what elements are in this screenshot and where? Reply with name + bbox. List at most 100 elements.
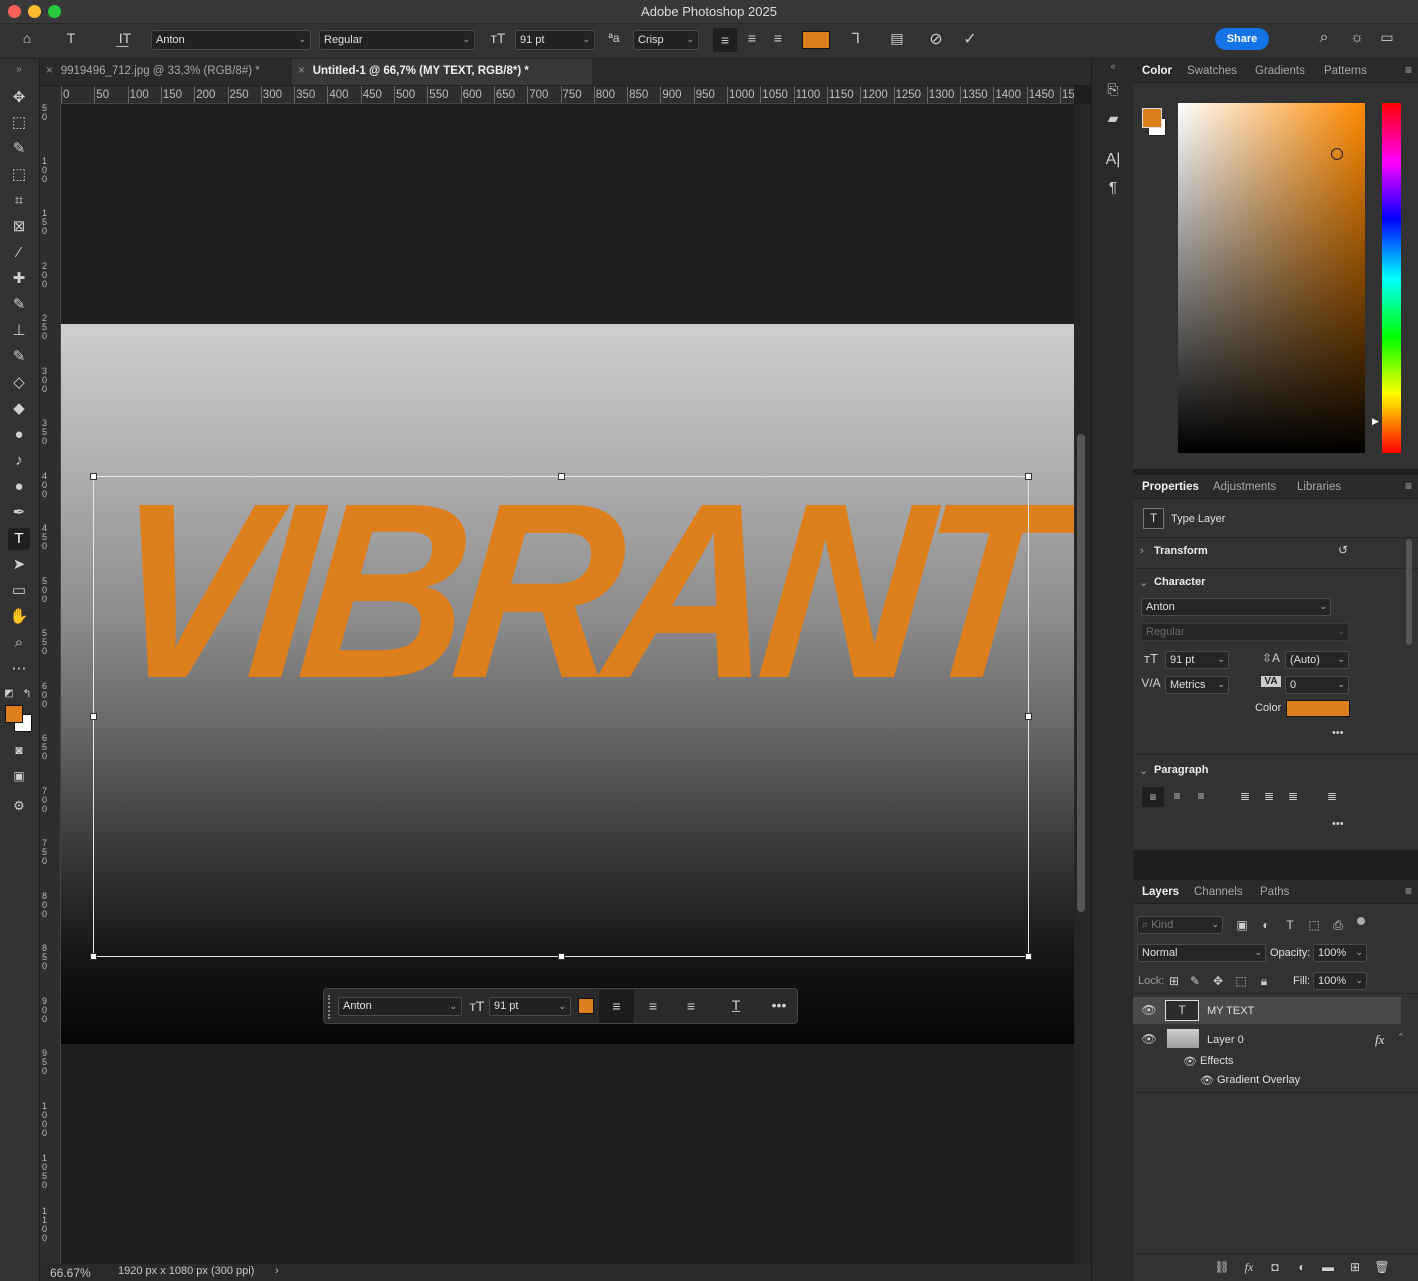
add-mask-icon[interactable]: ◘ [1267, 1260, 1283, 1274]
char-kerning-select[interactable]: Metrics ⌄ [1165, 676, 1229, 694]
layer-kind-filter[interactable]: ⌕ Kind ⌄ [1137, 916, 1223, 934]
eye-icon[interactable]: 👁︎ [1200, 1074, 1214, 1087]
comments-panel-icon[interactable]: ▰ [1102, 110, 1124, 127]
warp-text-icon[interactable]: Ꞁ [845, 30, 867, 47]
panel-menu-icon[interactable]: ≡ [1405, 63, 1412, 77]
gradient-overlay-effect[interactable]: Gradient Overlay [1217, 1074, 1300, 1086]
lock-transparent-icon[interactable]: ⊞ [1167, 974, 1181, 988]
healing-brush-tool-icon[interactable]: ✚ [8, 268, 30, 290]
filter-type-icon[interactable]: T [1283, 918, 1297, 932]
align-center-icon[interactable]: ≡ [741, 30, 763, 46]
discover-icon[interactable]: ☼ [1346, 29, 1368, 46]
hue-slider[interactable] [1382, 103, 1401, 453]
text-bounding-box[interactable] [90, 473, 1032, 960]
history-panel-icon[interactable]: ⎘ [1102, 81, 1124, 98]
filter-toggle[interactable] [1357, 917, 1365, 925]
char-tracking-select[interactable]: 0 ⌄ [1285, 676, 1349, 694]
resize-handle[interactable] [1025, 713, 1032, 720]
ctx-text-options-icon[interactable]: T̲ [724, 997, 748, 1013]
collapse-effects-icon[interactable]: ⌃ [1397, 1032, 1405, 1043]
char-size-select[interactable]: 91 pt ⌄ [1165, 651, 1229, 669]
para-align-left-icon[interactable]: ≡ [1142, 787, 1164, 807]
char-color-swatch[interactable] [1286, 700, 1350, 717]
char-font-select[interactable]: Anton ⌄ [1141, 598, 1331, 616]
para-align-center-icon[interactable]: ≡ [1166, 789, 1188, 803]
toggle-text-orientation-icon[interactable]: I͟T [114, 30, 136, 46]
tab-document-1[interactable]: × 9919496_712.jpg @ 33,3% (RGB/8#) * [40, 59, 292, 85]
character-panel-icon[interactable]: ▤ [886, 30, 908, 47]
para-justify-center-icon[interactable]: ≣ [1258, 789, 1280, 803]
fill-field[interactable]: 100% ⌄ [1313, 972, 1367, 990]
tab-color[interactable]: Color [1142, 65, 1172, 77]
panel-menu-icon[interactable]: ≡ [1405, 884, 1412, 898]
transform-section[interactable]: Transform [1154, 545, 1208, 557]
ctx-color-swatch[interactable] [578, 998, 594, 1014]
tab-patterns[interactable]: Patterns [1324, 65, 1367, 77]
hue-slider-marker[interactable]: ▶ [1372, 416, 1379, 427]
expand-toolbar-icon[interactable]: » [8, 59, 30, 81]
para-justify-right-icon[interactable]: ≣ [1282, 789, 1304, 803]
eye-icon[interactable]: 👁︎ [1141, 1032, 1157, 1046]
default-colors-icon[interactable]: ◩ [2, 683, 16, 705]
status-menu-arrow[interactable]: › [275, 1265, 279, 1277]
font-style-select[interactable]: Regular ⌄ [319, 30, 475, 50]
filter-smart-object-icon[interactable]: ⎙ [1331, 918, 1345, 933]
char-more-button[interactable]: ••• [1332, 727, 1344, 739]
ctx-font-family-select[interactable]: Anton ⌄ [338, 997, 462, 1016]
para-align-right-icon[interactable]: ≡ [1190, 789, 1212, 803]
ctx-align-right-icon[interactable]: ≡ [680, 998, 702, 1014]
tab-channels[interactable]: Channels [1194, 886, 1243, 898]
close-tab-icon[interactable]: × [298, 65, 305, 77]
para-more-button[interactable]: ••• [1332, 818, 1344, 830]
filter-shape-icon[interactable]: ⬚ [1307, 918, 1321, 932]
para-justify-all-icon[interactable]: ≣ [1321, 789, 1343, 803]
close-tab-icon[interactable]: × [46, 65, 53, 77]
collapse-dock-icon[interactable]: « [1102, 61, 1124, 71]
effects-label[interactable]: Effects [1200, 1055, 1233, 1067]
ctx-align-left-icon[interactable]: ≡ [599, 990, 634, 1023]
hand-tool-icon[interactable]: ✋ [8, 606, 30, 628]
filter-adjustment-icon[interactable]: ◐ [1259, 918, 1273, 932]
ctx-font-size-select[interactable]: 91 pt ⌄ [489, 997, 571, 1016]
tab-adjustments[interactable]: Adjustments [1213, 481, 1276, 493]
tab-swatches[interactable]: Swatches [1187, 65, 1237, 77]
lock-position-icon[interactable]: ✥ [1211, 974, 1225, 988]
align-left-icon[interactable]: ≡ [713, 28, 737, 52]
marquee-tool-icon[interactable]: ⬚ [8, 112, 30, 134]
tab-gradients[interactable]: Gradients [1255, 65, 1305, 77]
layer-row-layer-0[interactable]: 👁︎ Layer 0 fx [1133, 1026, 1401, 1053]
font-size-select[interactable]: 91 pt ⌄ [515, 30, 595, 50]
tab-properties[interactable]: Properties [1142, 481, 1199, 493]
type-tool-icon[interactable]: T [8, 528, 30, 550]
generative-icon[interactable]: ⚙ [8, 795, 30, 817]
delete-layer-icon[interactable]: 🗑︎ [1374, 1260, 1390, 1274]
paragraph-chevron-icon[interactable]: ⌄ [1139, 764, 1148, 777]
eraser-tool-icon[interactable]: ◇ [8, 372, 30, 394]
quick-mask-icon[interactable]: ◙ [8, 739, 30, 761]
eye-icon[interactable]: 👁︎ [1141, 1003, 1157, 1017]
text-color-swatch[interactable] [802, 31, 830, 49]
resize-handle[interactable] [90, 953, 97, 960]
zoom-level[interactable]: 66.67% [50, 1266, 91, 1280]
opacity-field[interactable]: 100% ⌄ [1313, 944, 1367, 962]
new-group-icon[interactable]: ▬ [1320, 1260, 1336, 1274]
effects-icon[interactable]: fx [1375, 1032, 1384, 1048]
tab-document-2[interactable]: × Untitled-1 @ 66,7% (MY TEXT, RGB/8*) * [292, 59, 592, 85]
antialias-select[interactable]: Crisp ⌄ [633, 30, 699, 50]
transform-chevron-icon[interactable]: › [1140, 545, 1144, 557]
link-layers-icon[interactable]: ⛓︎ [1214, 1260, 1230, 1274]
lock-image-icon[interactable]: ✎ [1188, 974, 1202, 988]
clone-stamp-tool-icon[interactable]: ⊥ [8, 320, 30, 342]
character-section[interactable]: Character [1154, 576, 1205, 588]
filter-pixel-icon[interactable]: ▣ [1235, 918, 1249, 932]
quick-selection-tool-icon[interactable]: ⬚ [8, 164, 30, 186]
object-selection-tool-icon[interactable]: ✎ [8, 138, 30, 160]
frame-tool-icon[interactable]: ⊠ [8, 216, 30, 238]
eyedropper-tool-icon[interactable]: ⁄ [8, 242, 30, 264]
adjustment-layer-icon[interactable]: ◐ [1294, 1260, 1310, 1274]
layer-name[interactable]: Layer 0 [1207, 1034, 1244, 1046]
pen-tool-icon[interactable]: ✒ [8, 502, 30, 524]
path-selection-tool-icon[interactable]: ➤ [8, 554, 30, 576]
layer-name[interactable]: MY TEXT [1207, 1005, 1254, 1017]
char-leading-select[interactable]: (Auto) ⌄ [1285, 651, 1349, 669]
